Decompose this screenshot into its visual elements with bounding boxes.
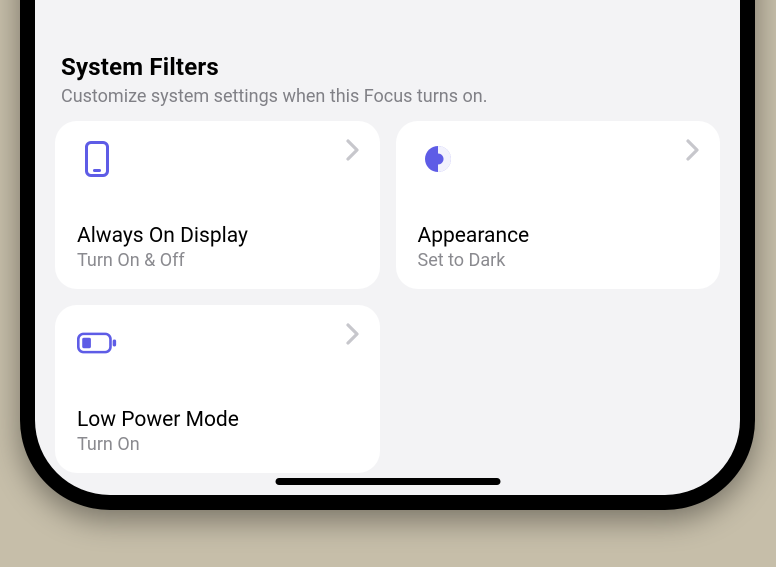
chevron-right-icon — [346, 139, 360, 165]
home-indicator[interactable] — [275, 478, 500, 485]
filter-card-detail: Turn On & Off — [77, 250, 360, 271]
filter-card-title: Appearance — [418, 224, 701, 248]
section-subtitle: Customize system settings when this Focu… — [61, 85, 714, 109]
filter-card-title: Low Power Mode — [77, 408, 360, 432]
phone-icon — [77, 139, 117, 179]
filter-card-appearance[interactable]: Appearance Set to Dark — [396, 121, 721, 289]
filter-card-detail: Turn On — [77, 434, 360, 455]
section-title: System Filters — [61, 53, 714, 81]
chevron-right-icon — [346, 323, 360, 349]
phone-screen: System Filters Customize system settings… — [35, 0, 740, 495]
phone-frame: System Filters Customize system settings… — [20, 0, 755, 510]
filter-card-always-on-display[interactable]: Always On Display Turn On & Off — [55, 121, 380, 289]
filter-card-detail: Set to Dark — [418, 250, 701, 271]
battery-icon — [77, 323, 117, 363]
chevron-right-icon — [686, 139, 700, 165]
section-header: System Filters Customize system settings… — [55, 53, 720, 121]
filter-cards: Always On Display Turn On & Off — [55, 121, 720, 473]
half-moon-icon — [418, 139, 458, 179]
filter-card-title: Always On Display — [77, 224, 360, 248]
filter-card-low-power-mode[interactable]: Low Power Mode Turn On — [55, 305, 380, 473]
